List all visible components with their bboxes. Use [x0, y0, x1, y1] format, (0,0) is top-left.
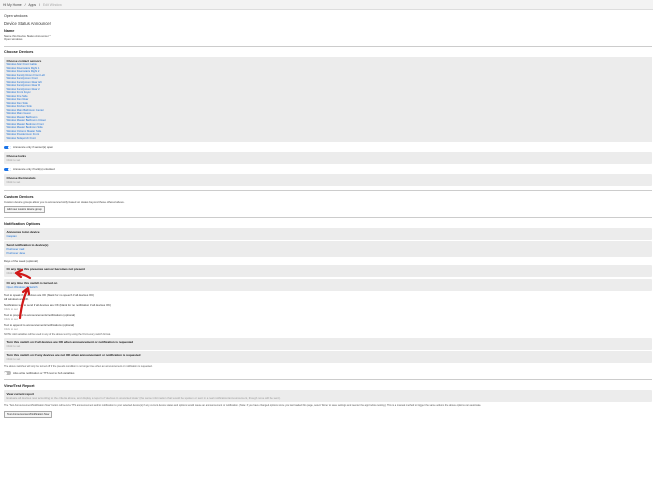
- notok-switch-selector[interactable]: Turn this switch on if any devices are n…: [4, 351, 652, 364]
- announce-device-selector[interactable]: Announce to/on device Caspian: [4, 227, 652, 240]
- append-value: Click to set: [4, 326, 18, 331]
- divider: [4, 379, 652, 380]
- notok-switch-value: Click to set: [6, 357, 21, 362]
- breadcrumb-current: Edit Window: [42, 2, 62, 7]
- notify-ok-text-field[interactable]: Notification text to send if all devices…: [4, 303, 652, 311]
- locks-selector[interactable]: Choose locks Click to set: [4, 152, 652, 165]
- divider: [4, 217, 652, 218]
- prepend-text-field[interactable]: Text to prepend to announcements/notific…: [4, 313, 652, 321]
- announce-if-open-toggle[interactable]: [4, 145, 11, 150]
- announce-if-unlocked-toggle[interactable]: [4, 167, 11, 172]
- divider: [4, 45, 652, 47]
- notify-device-selector[interactable]: Send notification to device(s) Pushover …: [4, 241, 652, 258]
- days-of-week-label: Days of the week (optional): [4, 259, 38, 264]
- speak-ok-value: All windows are OK.: [4, 296, 30, 301]
- days-of-week-field[interactable]: Days of the week (optional): [4, 259, 652, 263]
- thermostats-value: Click to set: [6, 180, 21, 185]
- append-text-field[interactable]: Text to append to announcements/notifica…: [4, 323, 652, 331]
- name-section-title: Name: [4, 29, 15, 33]
- device-item: Window Sideporch Front: [6, 136, 36, 140]
- custom-devices-description: Custom device groups allow you to announ…: [4, 199, 125, 204]
- announce-if-unlocked-label: Announce only if lock(s) unlocked: [13, 167, 55, 172]
- page-subtitle: Device Status Announcer: [4, 21, 52, 26]
- hub-variables-toggle[interactable]: [4, 371, 11, 375]
- page-title: Open windows: [4, 14, 28, 18]
- ok-switch-selector[interactable]: Turn this switch on if all devices are O…: [4, 337, 652, 350]
- switch-selector[interactable]: Or any time this switch is turned on Ope…: [4, 278, 652, 291]
- prepend-value: Click to set: [4, 316, 18, 321]
- custom-devices-title: Custom Devices: [4, 194, 34, 199]
- contact-sensor-selector[interactable]: Choose contact sensors Window Attic Fron…: [4, 57, 652, 143]
- add-custom-group-button[interactable]: Add new custom device group: [4, 206, 45, 214]
- breadcrumb-home[interactable]: Hi My Home: [3, 3, 22, 7]
- thermostats-selector[interactable]: Choose thermostats Click to set: [4, 174, 652, 187]
- view-report-button[interactable]: View current report Evaluate all devices…: [4, 389, 652, 402]
- view-report-description: Evaluate all devices now according to th…: [6, 395, 281, 400]
- variables-note: NOTE: Add variables will be used in any …: [4, 332, 111, 336]
- announce-device-value: Caspian: [6, 233, 17, 238]
- speak-ok-text-field[interactable]: Text to speak if all devices are OK (bla…: [4, 293, 652, 301]
- divider: [4, 190, 652, 191]
- announce-if-open-label: Announce only if sensor(s) open: [13, 145, 54, 150]
- presence-sensor-selector[interactable]: Or any time this presence sensor becomes…: [4, 265, 652, 278]
- announce-if-open-toggle-row: Announce only if sensor(s) open: [4, 145, 652, 149]
- devices-section-title: Choose Devices: [4, 50, 34, 55]
- switches-note: The above switches will only be turned o…: [4, 365, 153, 369]
- presence-sensor-value: Click to set: [6, 271, 21, 276]
- app-settings-page: Open windows Device Status Announcer Nam…: [4, 14, 652, 418]
- ok-switch-value: Click to set: [6, 343, 21, 348]
- notification-options-title: Notification Options: [4, 221, 41, 226]
- hub-variables-toggle-row: Also write notification or TTS text to h…: [4, 371, 652, 375]
- switch-value: Open Windows Tl Switch: [6, 284, 38, 289]
- notify-ok-value: Click to set: [4, 306, 18, 311]
- locks-value: Click to set: [6, 158, 21, 163]
- test-notification-button[interactable]: Test Announcement/Notification Now: [4, 410, 53, 418]
- breadcrumb-apps[interactable]: Apps: [28, 3, 36, 7]
- hub-variables-label: Also write notification or TTS text to h…: [13, 371, 75, 376]
- report-title: View/Test Report: [4, 383, 35, 388]
- breadcrumb: Hi My Home / Apps / Edit Window: [0, 0, 653, 10]
- notify-device-value: Pushover Jane: [6, 251, 26, 256]
- announce-if-unlocked-toggle-row: Announce only if lock(s) unlocked: [4, 167, 652, 171]
- name-field-value[interactable]: Open windows: [4, 37, 652, 41]
- report-footer-note: The 'Test Announcement/Notification Now'…: [4, 403, 482, 407]
